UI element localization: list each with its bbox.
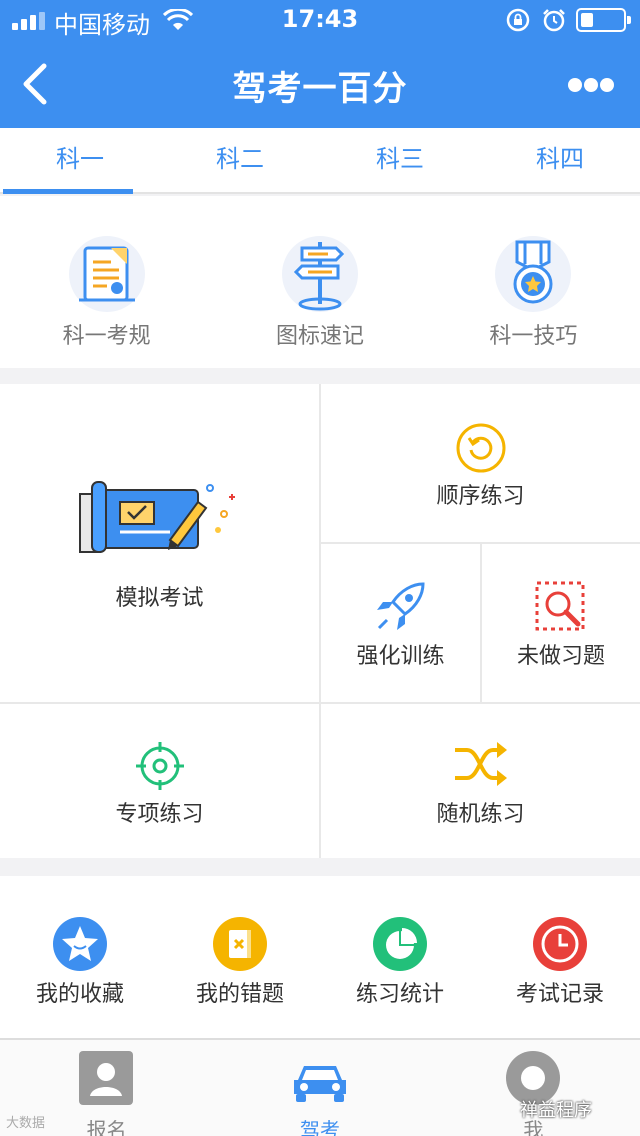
random-practice-button[interactable]: 随机练习 <box>321 704 640 858</box>
mock-exam-label: 模拟考试 <box>115 586 204 611</box>
medal-icon <box>495 236 572 312</box>
tab-subject-4[interactable]: 科四 <box>480 128 640 192</box>
guide-item-signs[interactable]: 图标速记 <box>213 196 426 368</box>
my-favorites-button[interactable]: 我的收藏 <box>0 876 160 1038</box>
mine-label: 练习统计 <box>355 982 444 1007</box>
my-mistakes-button[interactable]: 我的错题 <box>160 876 320 1038</box>
star-icon <box>53 917 107 971</box>
my-section: 我的收藏 我的错题 练习统计 考试记录 <box>0 876 640 1038</box>
guide-label: 科一考规 <box>62 324 151 349</box>
guide-label: 科一技巧 <box>489 324 578 349</box>
tab-subject-3[interactable]: 科三 <box>320 128 480 192</box>
top-bar: 中国移动 17:43 驾考一百分 <box>0 0 640 128</box>
guide-item-rules[interactable]: 科一考规 <box>0 196 213 368</box>
mine-label: 考试记录 <box>515 982 604 1007</box>
clock-icon <box>533 917 587 971</box>
sequential-label: 顺序练习 <box>436 484 525 509</box>
undone-questions-button[interactable]: 未做习题 <box>482 544 640 702</box>
wrong-book-icon <box>213 917 267 971</box>
topic-label: 专项练习 <box>115 802 204 827</box>
mine-label: 我的收藏 <box>35 982 124 1007</box>
car-icon <box>294 1066 347 1102</box>
refresh-icon <box>456 423 506 473</box>
signpost-icon <box>281 236 358 312</box>
rotation-lock-icon <box>506 8 530 32</box>
guide-label: 图标速记 <box>275 324 364 349</box>
more-options-icon[interactable] <box>566 74 616 96</box>
tab-label: 驾考 <box>299 1118 340 1136</box>
page-title: 驾考一百分 <box>232 69 408 109</box>
document-icon <box>68 236 145 312</box>
practice-grid: 模拟考试 顺序练习 强化训练 未做习题 专项练习 随机练习 <box>0 384 640 858</box>
guide-item-tips[interactable]: 科一技巧 <box>427 196 640 368</box>
mock-exam-button[interactable]: 模拟考试 <box>0 384 319 702</box>
intensive-label: 强化训练 <box>356 644 445 669</box>
random-label: 随机练习 <box>436 802 525 827</box>
target-icon <box>136 742 184 790</box>
exam-records-button[interactable]: 考试记录 <box>480 876 640 1038</box>
blueprint-icon <box>79 481 235 553</box>
user-card-icon <box>79 1051 133 1105</box>
practice-stats-button[interactable]: 练习统计 <box>320 876 480 1038</box>
battery-icon <box>576 8 631 32</box>
tab-driving-exam[interactable]: 驾考 <box>213 1040 426 1136</box>
topic-practice-button[interactable]: 专项练习 <box>0 704 319 858</box>
status-bar: 中国移动 17:43 <box>0 0 640 40</box>
intensive-training-button[interactable]: 强化训练 <box>321 544 480 702</box>
sequential-practice-button[interactable]: 顺序练习 <box>321 384 640 542</box>
guide-section: 科一考规 图标速记 科一技巧 <box>0 196 640 368</box>
mine-label: 我的错题 <box>195 982 284 1007</box>
tab-subject-1[interactable]: 科一 <box>0 128 160 194</box>
tab-subject-2[interactable]: 科二 <box>160 128 320 192</box>
brand-watermark: 禅益程序 <box>520 1100 592 1121</box>
shuffle-icon <box>455 742 507 786</box>
alarm-icon <box>543 9 565 32</box>
rocket-icon <box>377 582 425 630</box>
magnifier-icon <box>535 581 585 631</box>
subject-tabs: 科一 科二 科三 科四 <box>0 128 640 194</box>
watermark-text: 大数据 <box>6 1116 46 1131</box>
undone-label: 未做习题 <box>516 644 605 669</box>
pie-chart-icon <box>373 917 427 971</box>
